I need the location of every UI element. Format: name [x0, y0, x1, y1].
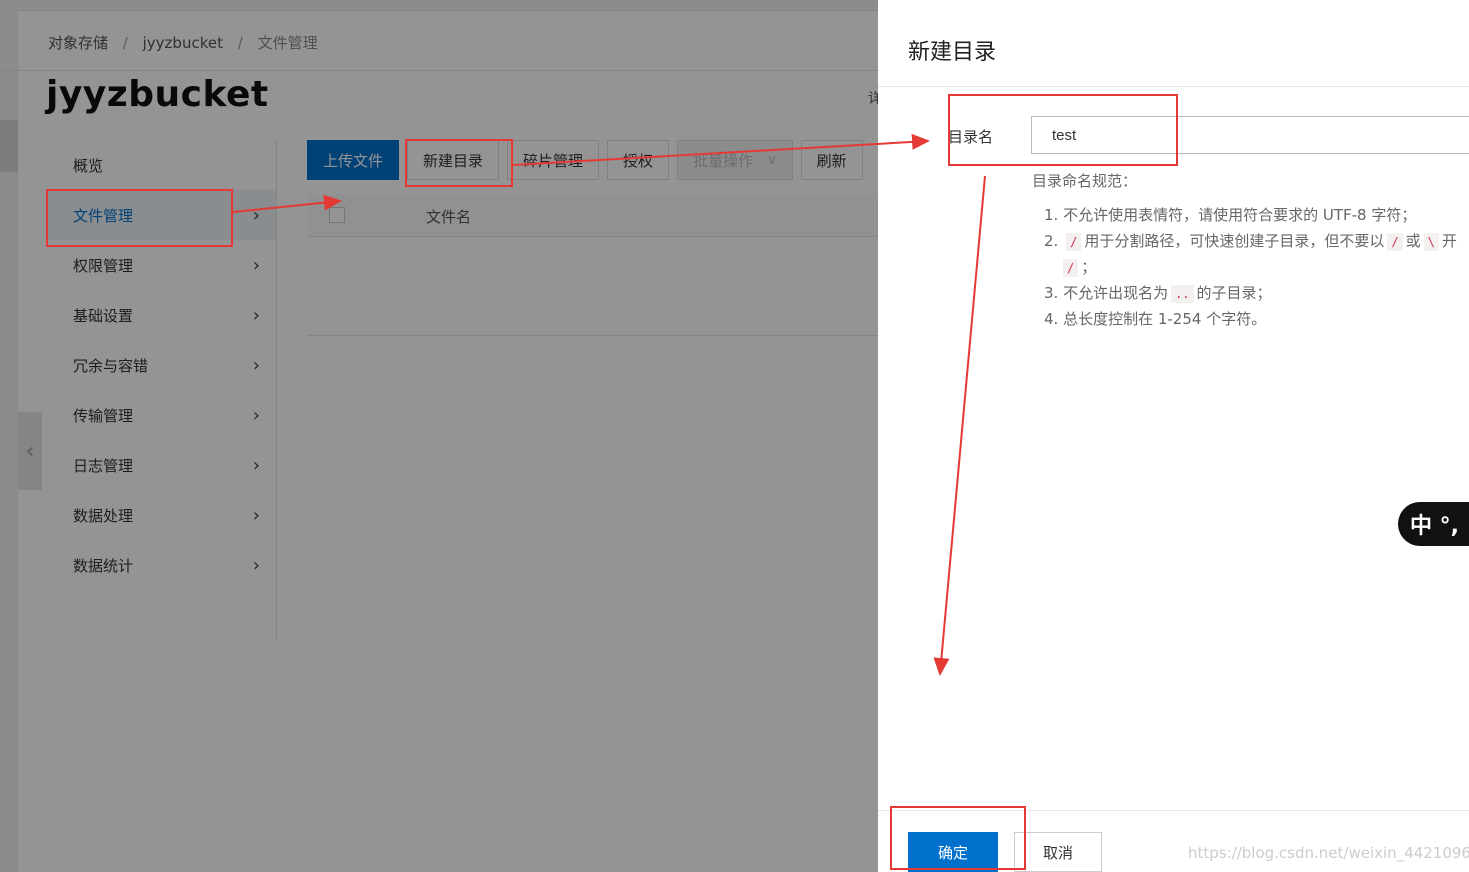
annotation-arrows	[232, 133, 986, 676]
annotation-arrow	[512, 133, 930, 166]
annotation-arrow	[933, 175, 986, 676]
annotation-arrow	[232, 194, 342, 213]
